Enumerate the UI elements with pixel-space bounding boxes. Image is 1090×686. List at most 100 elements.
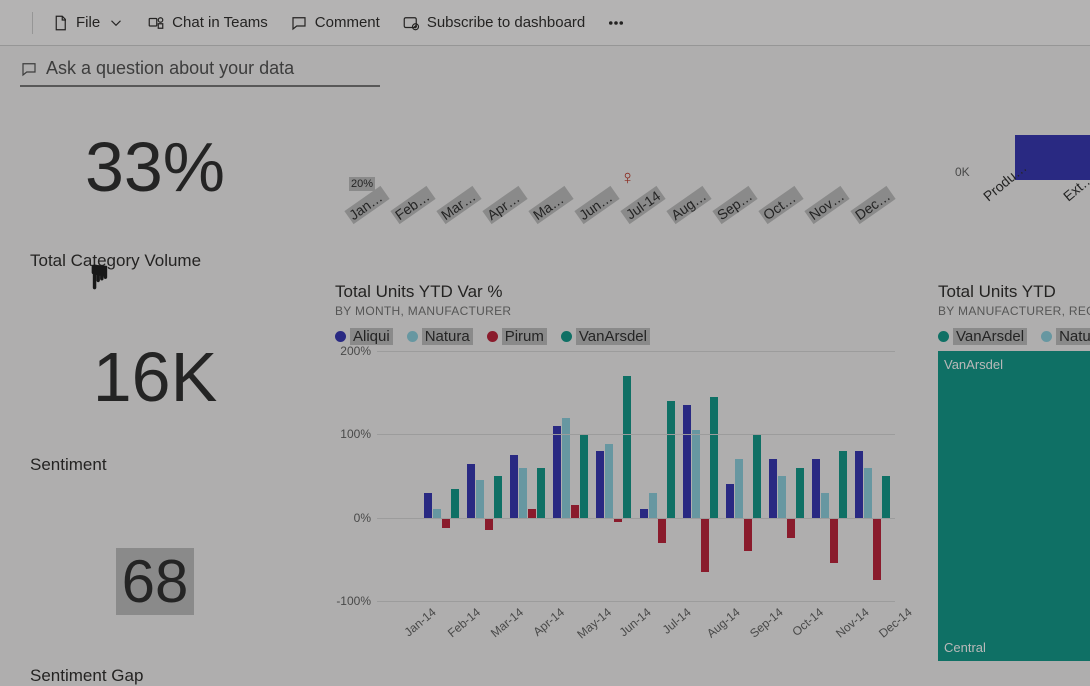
bar[interactable] bbox=[753, 434, 761, 517]
chart-subtitle: BY MONTH, MANUFACTURER bbox=[335, 304, 915, 318]
x-tick: Aug-14 bbox=[704, 605, 743, 641]
bar-group bbox=[636, 351, 679, 601]
qna-input[interactable]: Ask a question about your data bbox=[20, 58, 380, 87]
expand-nav-button[interactable] bbox=[12, 12, 33, 34]
bar[interactable] bbox=[571, 505, 579, 518]
kpi-sentiment[interactable]: 16K Sentiment bbox=[30, 337, 280, 475]
month-slicer[interactable]: 20% ♀ Jan-14Feb-14Mar-14Apr-14May-…Jun-1… bbox=[335, 147, 895, 237]
slicer-month[interactable]: Jun-14 bbox=[574, 186, 619, 224]
bar[interactable] bbox=[821, 493, 829, 518]
bar[interactable] bbox=[623, 376, 631, 518]
more-options-button[interactable] bbox=[607, 14, 625, 32]
bar[interactable] bbox=[467, 464, 475, 518]
bar[interactable] bbox=[839, 451, 847, 518]
file-label: File bbox=[76, 14, 100, 31]
slicer-month[interactable]: Apr-14 bbox=[482, 186, 527, 224]
slicer-month[interactable]: Jan-14 bbox=[344, 186, 389, 224]
bar[interactable] bbox=[796, 468, 804, 518]
bar-group bbox=[420, 351, 463, 601]
bar[interactable] bbox=[528, 509, 536, 517]
chat-teams-button[interactable]: Chat in Teams bbox=[147, 14, 268, 32]
subscribe-button[interactable]: Subscribe to dashboard bbox=[402, 14, 585, 32]
slicer-month[interactable]: Jul-14 bbox=[620, 186, 665, 224]
slicer-month[interactable]: Sep-14 bbox=[712, 186, 757, 224]
bar[interactable] bbox=[855, 451, 863, 518]
slicer-month[interactable]: Nov-… bbox=[804, 186, 849, 224]
y-tick: 100% bbox=[340, 427, 371, 441]
subscribe-icon bbox=[402, 14, 420, 32]
bar[interactable] bbox=[510, 455, 518, 518]
treemap-label-bottom: Central bbox=[944, 640, 986, 655]
bar[interactable] bbox=[562, 418, 570, 518]
slicer-month[interactable]: Aug-… bbox=[666, 186, 711, 224]
x-tick: Feb-14 bbox=[445, 605, 483, 640]
legend-item[interactable]: VanArsdel bbox=[561, 328, 650, 345]
slicer-month[interactable]: May-… bbox=[528, 186, 573, 224]
var-chart-tile[interactable]: Total Units YTD Var % BY MONTH, MANUFACT… bbox=[335, 282, 915, 631]
gridline bbox=[377, 351, 895, 352]
legend-item[interactable]: Natura bbox=[1041, 328, 1090, 345]
x-tick: Jan-14 bbox=[401, 605, 438, 639]
bar[interactable] bbox=[451, 489, 459, 518]
gridline bbox=[377, 434, 895, 435]
bar[interactable] bbox=[726, 484, 734, 517]
bar[interactable] bbox=[658, 518, 666, 543]
bar[interactable] bbox=[787, 518, 795, 539]
x-tick: Nov-14 bbox=[833, 605, 872, 641]
bar[interactable] bbox=[692, 430, 700, 518]
legend-item[interactable]: VanArsdel bbox=[938, 328, 1027, 345]
kpi-sentiment-gap[interactable]: 68 Sentiment Gap bbox=[30, 547, 280, 686]
bar[interactable] bbox=[433, 509, 441, 517]
gridline bbox=[377, 601, 895, 602]
treemap-body[interactable]: VanArsdel Central bbox=[938, 351, 1090, 661]
legend-item[interactable]: Aliqui bbox=[335, 328, 393, 345]
bar[interactable] bbox=[476, 480, 484, 518]
bar[interactable] bbox=[882, 476, 890, 518]
file-menu[interactable]: File bbox=[51, 14, 125, 32]
bar[interactable] bbox=[735, 459, 743, 517]
bar[interactable] bbox=[864, 468, 872, 518]
bar[interactable] bbox=[649, 493, 657, 518]
chart-legend: Aliqui Natura Pirum VanArsdel bbox=[335, 328, 915, 345]
slicer-month[interactable]: Mar-14 bbox=[436, 186, 481, 224]
bar[interactable] bbox=[640, 509, 648, 517]
kpi-category-volume[interactable]: 33% Total Category Volume bbox=[30, 127, 280, 271]
legend-swatch bbox=[938, 331, 949, 342]
legend-label: VanArsdel bbox=[576, 328, 650, 345]
bar[interactable] bbox=[580, 434, 588, 517]
comment-button[interactable]: Comment bbox=[290, 14, 380, 32]
bar[interactable] bbox=[596, 451, 604, 518]
bar[interactable] bbox=[769, 459, 777, 517]
bar-group bbox=[852, 351, 895, 601]
bar[interactable] bbox=[537, 468, 545, 518]
bar[interactable] bbox=[485, 518, 493, 531]
bar[interactable] bbox=[667, 401, 675, 518]
bar[interactable] bbox=[424, 493, 432, 518]
teams-icon bbox=[147, 14, 165, 32]
bar[interactable] bbox=[830, 518, 838, 564]
legend-item[interactable]: Natura bbox=[407, 328, 473, 345]
bar[interactable] bbox=[494, 476, 502, 518]
bar-group bbox=[809, 351, 852, 601]
bar[interactable] bbox=[553, 426, 561, 518]
bar[interactable] bbox=[873, 518, 881, 581]
comment-icon bbox=[290, 14, 308, 32]
bar[interactable] bbox=[812, 459, 820, 517]
bar[interactable] bbox=[710, 397, 718, 518]
treemap-tile-header[interactable]: Total Units YTD BY MANUFACTURER, REG… Va… bbox=[938, 282, 1090, 345]
bar[interactable] bbox=[778, 476, 786, 518]
x-tick: Jun-14 bbox=[617, 605, 654, 639]
slicer-month[interactable]: Feb-14 bbox=[390, 186, 435, 224]
slicer-month[interactable]: Dec-14 bbox=[850, 186, 895, 224]
bar[interactable] bbox=[683, 405, 691, 518]
slicer-month[interactable]: Oct-14 bbox=[758, 186, 803, 224]
legend-item[interactable]: Pirum bbox=[487, 328, 547, 345]
bar[interactable] bbox=[442, 518, 450, 528]
kpi-value: 16K bbox=[30, 337, 280, 417]
bar[interactable] bbox=[744, 518, 752, 551]
bar[interactable] bbox=[605, 444, 613, 517]
bar[interactable] bbox=[701, 518, 709, 572]
dashboard-canvas: 33% Total Category Volume 16K Sentiment … bbox=[0, 87, 1090, 686]
legend-swatch bbox=[1041, 331, 1052, 342]
bar[interactable] bbox=[519, 468, 527, 518]
